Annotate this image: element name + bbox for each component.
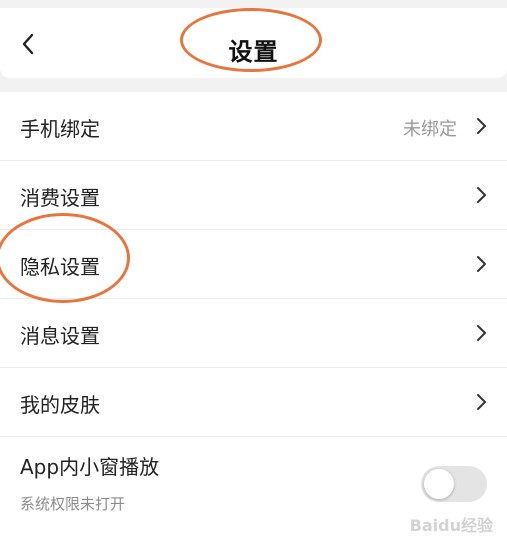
setting-label: App内小窗播放 [20, 455, 160, 479]
setting-label: 我的皮肤 [20, 393, 100, 417]
chevron-right-icon [477, 256, 486, 272]
status-bar [0, 0, 507, 8]
setting-row-skin[interactable]: 我的皮肤 [0, 368, 507, 437]
setting-row-consumption[interactable]: 消费设置 [0, 161, 507, 230]
setting-value: 未绑定 [403, 119, 457, 140]
page-title: 设置 [228, 38, 279, 66]
setting-label: 消息设置 [20, 324, 100, 348]
setting-row-privacy[interactable]: 隐私设置 [0, 230, 507, 299]
setting-label: 隐私设置 [20, 255, 100, 279]
setting-row-messages[interactable]: 消息设置 [0, 299, 507, 368]
setting-label: 消费设置 [20, 186, 100, 210]
watermark: Baidu经验 [409, 516, 493, 535]
setting-label: 手机绑定 [20, 117, 100, 141]
chevron-right-icon [477, 325, 486, 341]
pip-toggle[interactable] [421, 466, 487, 502]
navigation-header: 设置 [0, 8, 507, 78]
settings-list: 手机绑定 未绑定 消费设置 隐私设置 消息设置 我的皮肤 App内小窗播放 系统… [0, 92, 507, 544]
chevron-right-icon [477, 118, 486, 134]
toggle-knob [424, 469, 454, 499]
chevron-right-icon [477, 394, 486, 410]
setting-subtitle: 系统权限未打开 [20, 495, 126, 513]
chevron-right-icon [477, 187, 486, 203]
setting-row-phone-binding[interactable]: 手机绑定 未绑定 [0, 92, 507, 161]
